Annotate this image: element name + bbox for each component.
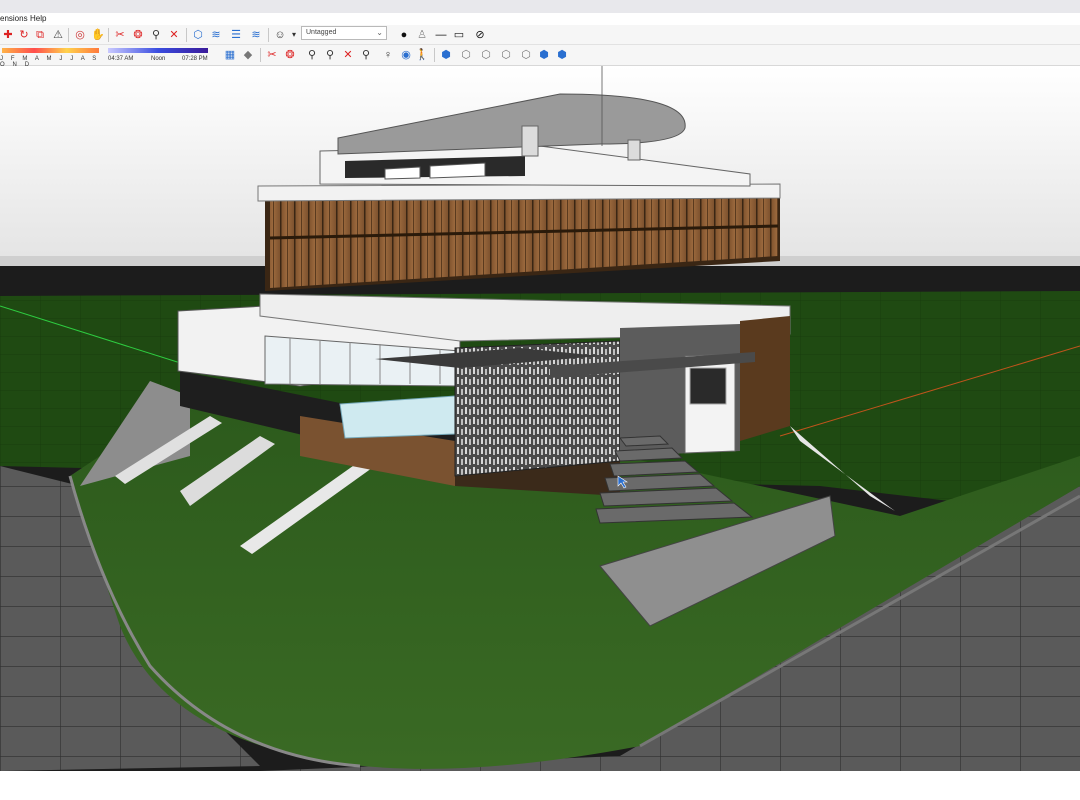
shadow-settings-icon[interactable]: ▦ xyxy=(222,47,238,63)
warning-icon[interactable]: ⚠ xyxy=(50,27,66,43)
rotate-icon[interactable]: ↻ xyxy=(16,27,32,43)
light-icon[interactable]: ♙ xyxy=(414,27,430,43)
section-cut-icon[interactable]: ❂ xyxy=(130,27,146,43)
profile-dropdown-icon[interactable]: ▾ xyxy=(286,27,302,43)
tag-select-value: Untagged xyxy=(306,29,337,36)
shadow-noon: Noon xyxy=(151,56,166,62)
look-around-icon[interactable]: ♀ xyxy=(380,47,396,63)
main-toolbar: ✚ ↻ ⧉ ⚠ ◎ ✋ ✂ ❂ ⚲ ✕ ⬡ ≋ ☰ ≋ ☺ ▾ ● ♙ — ▭ … xyxy=(0,25,1080,45)
zoom-previous-icon[interactable]: ✕ xyxy=(340,47,356,63)
model-canvas xyxy=(0,66,1080,771)
model-viewport[interactable] xyxy=(0,66,1080,771)
right-view-icon[interactable]: ⬡ xyxy=(498,47,514,63)
dot-icon[interactable]: ● xyxy=(396,27,412,43)
menu-bar: ensions Help xyxy=(0,13,1080,25)
menu-extensions[interactable]: ensions xyxy=(0,14,28,23)
title-strip xyxy=(0,0,1080,13)
front-view-icon[interactable]: ⬡ xyxy=(478,47,494,63)
styles-icon[interactable]: ≋ xyxy=(248,27,264,43)
position-camera-icon[interactable]: ⚲ xyxy=(304,47,320,63)
tag-select[interactable]: Untagged ⌄ xyxy=(301,26,387,40)
walk-figure-icon[interactable]: 🚶 xyxy=(414,47,430,63)
materials-icon[interactable]: ☰ xyxy=(228,27,244,43)
fog-icon[interactable]: ✂ xyxy=(264,47,280,63)
zoom-icon[interactable]: ⚲ xyxy=(148,27,164,43)
menu-help[interactable]: Help xyxy=(30,14,46,23)
layers-icon[interactable]: ≋ xyxy=(208,27,224,43)
sketchup-window: ensions Help ✚ ↻ ⧉ ⚠ ◎ ✋ ✂ ❂ ⚲ ✕ ⬡ ≋ ☰ ≋… xyxy=(0,0,1080,800)
shadow-toggle-icon[interactable]: ◆ xyxy=(240,47,256,63)
shadow-time-start: 04:37 AM xyxy=(108,56,134,62)
left-view-icon[interactable]: ⬢ xyxy=(536,47,552,63)
scale-icon[interactable]: ⧉ xyxy=(32,27,48,43)
walk-person-icon[interactable]: ◉ xyxy=(398,47,414,63)
zoom-window-icon[interactable]: ⚲ xyxy=(322,47,338,63)
bottom-view-icon[interactable]: ⬢ xyxy=(554,47,570,63)
hide-icon[interactable]: ⊘ xyxy=(472,27,488,43)
shadow-month-slider[interactable] xyxy=(2,48,99,53)
section-plane-icon[interactable]: ✂ xyxy=(112,27,128,43)
pan-icon[interactable]: ✋ xyxy=(90,27,106,43)
pool xyxy=(339,395,456,439)
chevron-down-icon: ⌄ xyxy=(376,28,383,37)
back-view-icon[interactable]: ⬡ xyxy=(518,47,534,63)
zoom-extents-icon[interactable]: ✕ xyxy=(166,27,182,43)
status-bar xyxy=(0,771,1080,800)
shadow-time-slider[interactable] xyxy=(108,48,208,53)
line-icon[interactable]: — xyxy=(433,27,449,43)
walk-icon[interactable]: ❂ xyxy=(282,47,298,63)
section-fill-icon[interactable]: ⚲ xyxy=(358,47,374,63)
iso-view-icon[interactable]: ⬢ xyxy=(438,47,454,63)
shadow-time-end: 07:28 PM xyxy=(182,56,208,62)
top-view-icon[interactable]: ⬡ xyxy=(458,47,474,63)
rectangle-icon[interactable]: ▭ xyxy=(451,27,467,43)
orbit-icon[interactable]: ◎ xyxy=(72,27,88,43)
components-icon[interactable]: ⬡ xyxy=(190,27,206,43)
move-icon[interactable]: ✚ xyxy=(0,27,16,43)
